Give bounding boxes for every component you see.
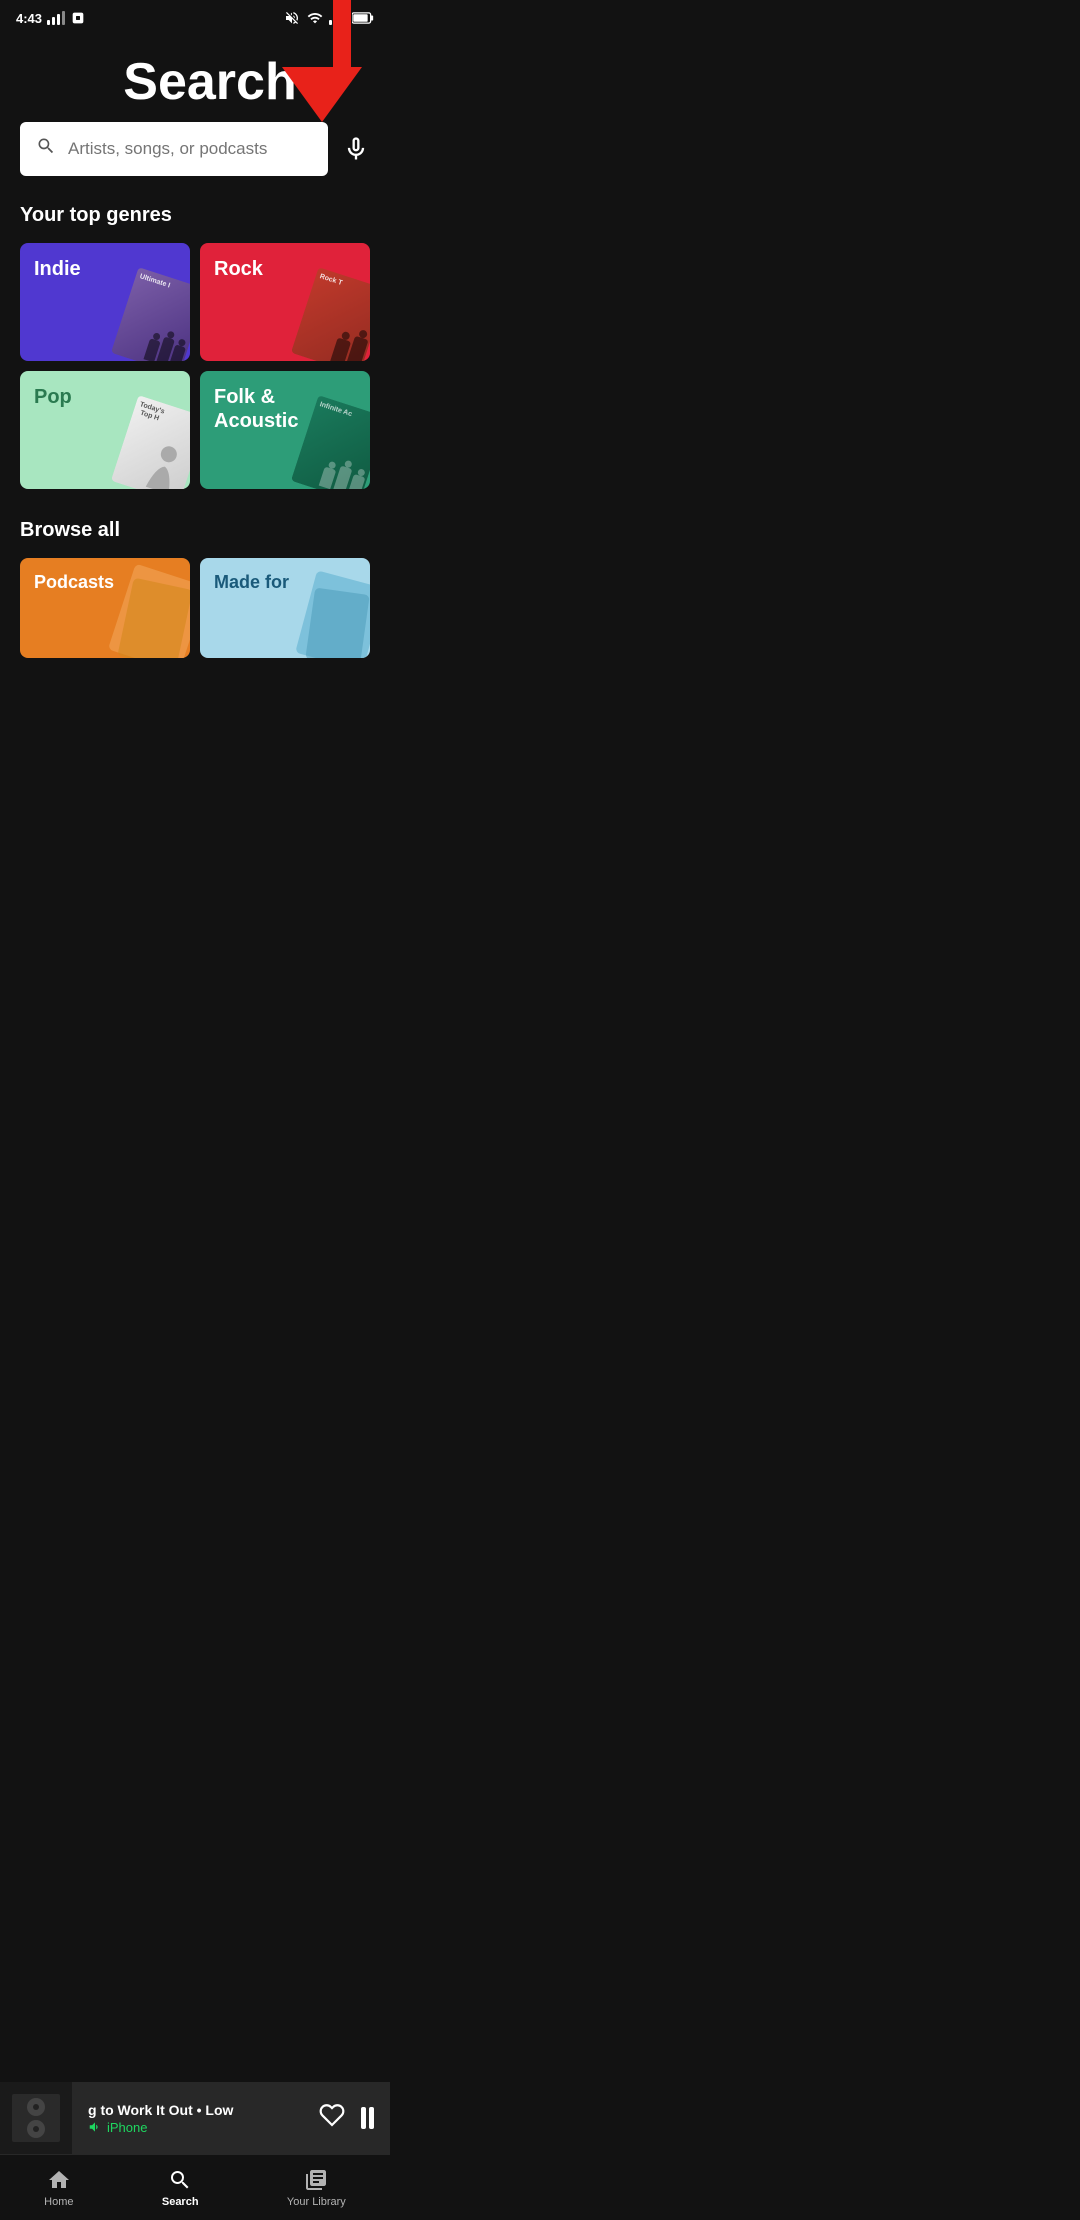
- title-area: Search: [20, 52, 370, 112]
- now-playing-bar[interactable]: g to Work It Out • Low iPhone: [0, 2082, 390, 2154]
- genre-card-folk[interactable]: Folk &Acoustic Infinite Ac: [200, 371, 370, 489]
- genre-label-folk: Folk &Acoustic: [214, 385, 298, 433]
- search-row: [20, 122, 370, 176]
- main-content: Search Your top genres Indie: [0, 32, 390, 818]
- search-input[interactable]: [68, 139, 312, 159]
- signal-bars: [47, 11, 65, 25]
- np-device: iPhone: [88, 2120, 307, 2135]
- nav-label-home: Home: [44, 2196, 73, 2208]
- bottom-nav: Home Search Your Library: [0, 2154, 390, 2220]
- home-icon: [47, 2168, 71, 2192]
- pop-album-art: Today'sTop H: [111, 395, 190, 489]
- genre-card-pop[interactable]: Pop Today'sTop H: [20, 371, 190, 489]
- nav-item-library[interactable]: Your Library: [267, 2160, 366, 2216]
- top-genres-label: Your top genres: [20, 204, 370, 227]
- mic-icon: [342, 135, 370, 163]
- np-artwork: [0, 2082, 72, 2154]
- nav-item-home[interactable]: Home: [24, 2160, 93, 2216]
- np-artwork-inner: [12, 2094, 60, 2142]
- search-input-box[interactable]: [20, 122, 328, 176]
- genre-grid: Indie Ultimate I: [20, 243, 370, 489]
- browse-card-made-for[interactable]: Made for: [200, 558, 370, 658]
- np-pause-button[interactable]: [361, 2107, 374, 2129]
- genre-label-pop: Pop: [34, 385, 72, 409]
- np-content[interactable]: g to Work It Out • Low iPhone: [72, 2082, 390, 2154]
- status-left: 4:43: [16, 10, 86, 26]
- nav-label-search: Search: [162, 2196, 199, 2208]
- browse-all-label: Browse all: [20, 519, 370, 542]
- browse-card-podcasts[interactable]: Podcasts: [20, 558, 190, 658]
- np-title: g to Work It Out • Low: [88, 2102, 307, 2118]
- search-icon: [36, 136, 56, 162]
- np-device-name: iPhone: [107, 2120, 147, 2135]
- browse-label-podcasts: Podcasts: [34, 572, 114, 592]
- indie-album-art: Ultimate I: [111, 267, 190, 361]
- red-arrow-indicator: [282, 0, 362, 122]
- folk-album-art: Infinite Ac: [291, 395, 370, 489]
- genre-card-rock[interactable]: Rock Rock T: [200, 243, 370, 361]
- nav-label-library: Your Library: [287, 2196, 346, 2208]
- np-text: g to Work It Out • Low iPhone: [88, 2102, 307, 2135]
- time: 4:43: [16, 11, 42, 26]
- np-controls: [319, 2102, 374, 2135]
- genre-label-indie: Indie: [34, 257, 81, 281]
- genre-card-indie[interactable]: Indie Ultimate I: [20, 243, 190, 361]
- search-nav-icon: [168, 2168, 192, 2192]
- np-heart-button[interactable]: [319, 2102, 345, 2135]
- nav-item-search[interactable]: Search: [142, 2160, 219, 2216]
- library-icon: [304, 2168, 328, 2192]
- browse-label-made-for: Made for: [214, 572, 289, 592]
- rock-album-art: Rock T: [291, 267, 370, 361]
- browse-grid: Podcasts Made for: [20, 558, 370, 658]
- notification-icon: [70, 10, 86, 26]
- genre-label-rock: Rock: [214, 257, 263, 281]
- mic-button[interactable]: [342, 135, 370, 163]
